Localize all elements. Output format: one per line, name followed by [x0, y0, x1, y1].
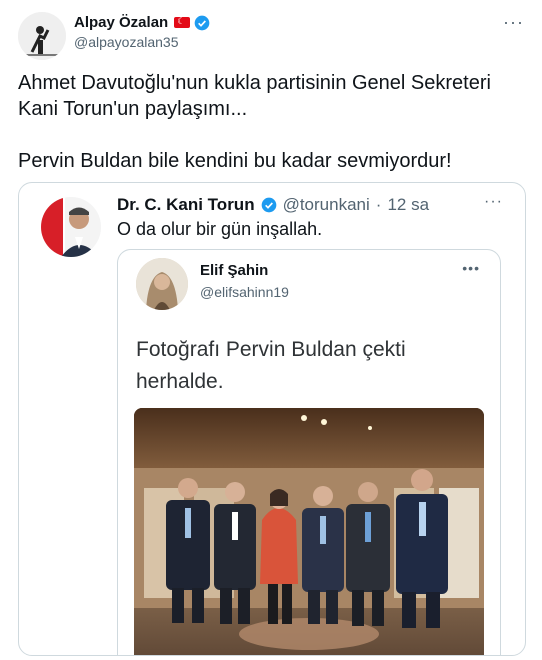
- quoted-name-row: Dr. C. Kani Torun @torunkani · 12 sa: [117, 195, 429, 215]
- turkey-flag-icon: [174, 16, 191, 28]
- inner-text: Fotoğrafı Pervin Buldan çekti herhalde.: [136, 338, 406, 393]
- author-name[interactable]: Alpay Özalan: [74, 14, 168, 31]
- verified-badge-icon: [194, 15, 210, 30]
- quoted-text: O da olur bir gün inşallah.: [117, 219, 323, 239]
- author-handle[interactable]: @alpayozalan35: [74, 34, 179, 50]
- tweet: Alpay Özalan @alpayozalan35 ··· Ahmet Da…: [0, 0, 542, 660]
- verified-badge-icon: [261, 197, 276, 213]
- inner-author-avatar[interactable]: [136, 258, 188, 310]
- group-photo[interactable]: [134, 408, 484, 655]
- inner-quoted-tweet[interactable]: Elif Şahin @elifsahinn19 ••• Fotoğrafı P…: [117, 249, 501, 655]
- tweet-text: Ahmet Davutoğlu'nun kukla partisinin Gen…: [18, 72, 491, 172]
- quoted-tweet[interactable]: Dr. C. Kani Torun @torunkani · 12 sa ···…: [18, 182, 526, 656]
- inner-more-icon[interactable]: •••: [462, 260, 480, 276]
- separator-dot: ·: [375, 195, 382, 214]
- quoted-author-avatar[interactable]: [41, 197, 101, 257]
- more-icon[interactable]: ···: [503, 12, 524, 33]
- quoted-author-handle[interactable]: @torunkani: [283, 195, 370, 215]
- inner-author-name[interactable]: Elif Şahin: [200, 262, 268, 279]
- author-name-row: Alpay Özalan: [74, 14, 210, 31]
- quoted-more-icon[interactable]: ···: [484, 193, 503, 211]
- author-avatar[interactable]: [18, 12, 66, 60]
- quoted-author-name[interactable]: Dr. C. Kani Torun: [117, 195, 255, 215]
- inner-author-handle[interactable]: @elifsahinn19: [200, 284, 289, 300]
- quoted-timestamp[interactable]: 12 sa: [387, 195, 429, 215]
